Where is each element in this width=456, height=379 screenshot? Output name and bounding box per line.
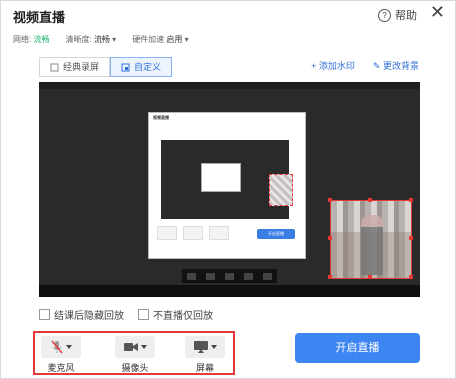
- chevron-down-icon: [65, 345, 72, 349]
- nested-screen-control: [209, 226, 229, 240]
- resize-handle[interactable]: [328, 198, 332, 202]
- options-row: 结课后隐藏回放 不直播仅回放: [39, 307, 213, 322]
- preview-taskbar: [39, 285, 420, 297]
- help-label: 帮助: [395, 10, 417, 22]
- chevron-down-icon: ▾: [184, 35, 189, 44]
- camera-button[interactable]: [115, 336, 155, 358]
- mic-off-icon: [50, 340, 63, 354]
- screen-label: 屏幕: [195, 363, 214, 373]
- chevron-down-icon: ▾: [112, 35, 117, 44]
- resize-handle[interactable]: [328, 236, 332, 240]
- close-icon[interactable]: ✕: [430, 2, 445, 23]
- dock-item: [187, 272, 196, 280]
- nested-device-controls: [157, 226, 229, 240]
- microphone-label: 麦克风: [47, 363, 75, 373]
- status-bar: 网络: 流畅 清晰度: 流畅 ▾ 硬件加速 启用 ▾: [13, 34, 189, 45]
- nested-inner-window: [201, 163, 241, 192]
- resize-handle[interactable]: [368, 198, 372, 202]
- nested-window-title: 视频直播: [153, 115, 169, 120]
- resolution-select[interactable]: 清晰度: 流畅 ▾: [65, 34, 116, 45]
- nested-start-button: 开启直播: [257, 229, 295, 239]
- camera-control[interactable]: 摄像头: [113, 336, 157, 374]
- resize-handle[interactable]: [328, 275, 332, 279]
- custom-layout-icon: [121, 63, 130, 71]
- camera-person: [361, 215, 383, 275]
- window-title: 视频直播: [13, 10, 66, 25]
- replay-only-checkbox[interactable]: 不直播仅回放: [138, 307, 213, 322]
- microphone-control[interactable]: 麦克风: [39, 336, 83, 374]
- stream-preview: 视频直播 开启直播: [39, 82, 420, 297]
- nested-preview: [161, 140, 293, 219]
- help-button[interactable]: ? 帮助: [378, 7, 417, 23]
- live-stream-window: 视频直播 ? 帮助 ✕ 网络: 流畅 清晰度: 流畅 ▾ 硬件加速 启用 ▾ 经…: [0, 0, 456, 379]
- change-background-button[interactable]: ✎ 更改背景: [373, 59, 419, 72]
- device-controls: 麦克风 摄像头 屏幕: [33, 331, 235, 375]
- dock-item: [244, 272, 253, 280]
- hide-replay-checkbox[interactable]: 结课后隐藏回放: [39, 307, 124, 322]
- resize-handle[interactable]: [409, 198, 413, 202]
- dock-item: [206, 272, 215, 280]
- nested-stream-window: 视频直播 开启直播: [148, 112, 306, 259]
- nested-mic-control: [157, 226, 177, 240]
- screen-control[interactable]: 屏幕: [183, 336, 227, 374]
- resize-handle[interactable]: [409, 236, 413, 240]
- help-icon: ?: [378, 8, 391, 22]
- tab-custom[interactable]: 自定义: [110, 57, 173, 77]
- chevron-down-icon: [140, 345, 147, 349]
- resize-handle[interactable]: [368, 275, 372, 279]
- nested-camera-control: [183, 226, 203, 240]
- edit-icon: ✎: [372, 61, 381, 71]
- start-live-button[interactable]: 开启直播: [295, 333, 420, 363]
- screen-icon: [193, 341, 208, 353]
- record-icon: [50, 63, 59, 71]
- hardware-accel-value: 启用: [166, 35, 183, 44]
- add-watermark-button[interactable]: + 添加水印: [311, 59, 355, 72]
- resize-handle[interactable]: [409, 275, 413, 279]
- network-value: 流畅: [33, 35, 50, 44]
- checkbox-box: [138, 309, 149, 320]
- camera-label: 摄像头: [121, 363, 149, 373]
- dock-item: [225, 272, 234, 280]
- network-status: 网络: 流畅: [13, 35, 50, 44]
- camera-overlay[interactable]: [330, 200, 412, 279]
- chevron-down-icon: [210, 345, 217, 349]
- checkbox-box: [39, 309, 50, 320]
- screen-button[interactable]: [185, 336, 225, 358]
- microphone-button[interactable]: [41, 336, 81, 358]
- preview-dock: [182, 269, 277, 283]
- camera-icon: [123, 343, 138, 351]
- dock-item: [263, 272, 272, 280]
- preview-actions: + 添加水印 ✎ 更改背景: [311, 59, 419, 72]
- resolution-value: 流畅: [93, 35, 110, 44]
- hardware-accel-select[interactable]: 硬件加速 启用 ▾: [132, 34, 188, 45]
- preview-topbar: [39, 82, 420, 89]
- nested-camera-overlay: [269, 174, 293, 206]
- tab-classic-record[interactable]: 经典录屏: [39, 57, 111, 77]
- mode-tabs: 经典录屏 自定义: [39, 57, 173, 77]
